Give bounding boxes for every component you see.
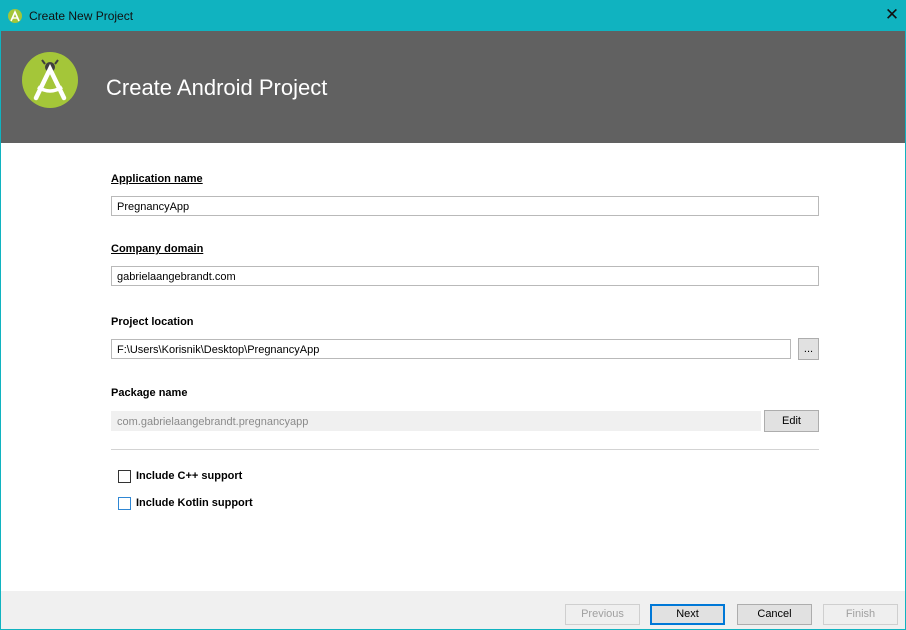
page-title: Create Android Project [106,75,328,100]
separator [111,449,819,450]
include-kotlin-label[interactable]: Include Kotlin support [136,497,253,509]
dialog-footer: Previous Next Cancel Finish [1,591,905,629]
package-name-field: com.gabrielaangebrandt.pregnancyapp [111,411,761,431]
include-cpp-checkbox[interactable] [118,470,131,483]
cancel-button[interactable]: Cancel [737,604,812,625]
header-banner: Create Android Project [1,31,905,143]
company-domain-field[interactable]: gabrielaangebrandt.com [111,266,819,286]
company-domain-label-text: Company domain [111,243,204,255]
next-button[interactable]: Next [650,604,725,625]
application-name-label: Application name [111,173,203,185]
application-name-label-text: Application name [111,173,203,185]
edit-package-button[interactable]: Edit [764,410,819,432]
browse-button[interactable]: ... [798,338,819,360]
window-title: Create New Project [29,9,134,23]
project-location-label: Project location [111,316,194,328]
close-icon[interactable]: ✕ [883,5,901,25]
finish-button[interactable]: Finish [823,604,898,625]
android-studio-small-icon [8,9,22,23]
include-kotlin-checkbox[interactable] [118,497,131,510]
company-domain-label: Company domain [111,243,203,255]
android-studio-icon [22,52,78,108]
title-bar: Create New Project ✕ [1,1,905,31]
create-project-dialog: Create New Project ✕ Create Android Proj… [0,0,906,630]
previous-button[interactable]: Previous [565,604,640,625]
application-name-field[interactable]: PregnancyApp [111,196,819,216]
include-cpp-label[interactable]: Include C++ support [136,470,242,482]
package-name-label: Package name [111,387,188,399]
project-location-field[interactable]: F:\Users\Korisnik\Desktop\PregnancyApp [111,339,791,359]
form-area: Application name PregnancyApp Company do… [1,143,905,591]
